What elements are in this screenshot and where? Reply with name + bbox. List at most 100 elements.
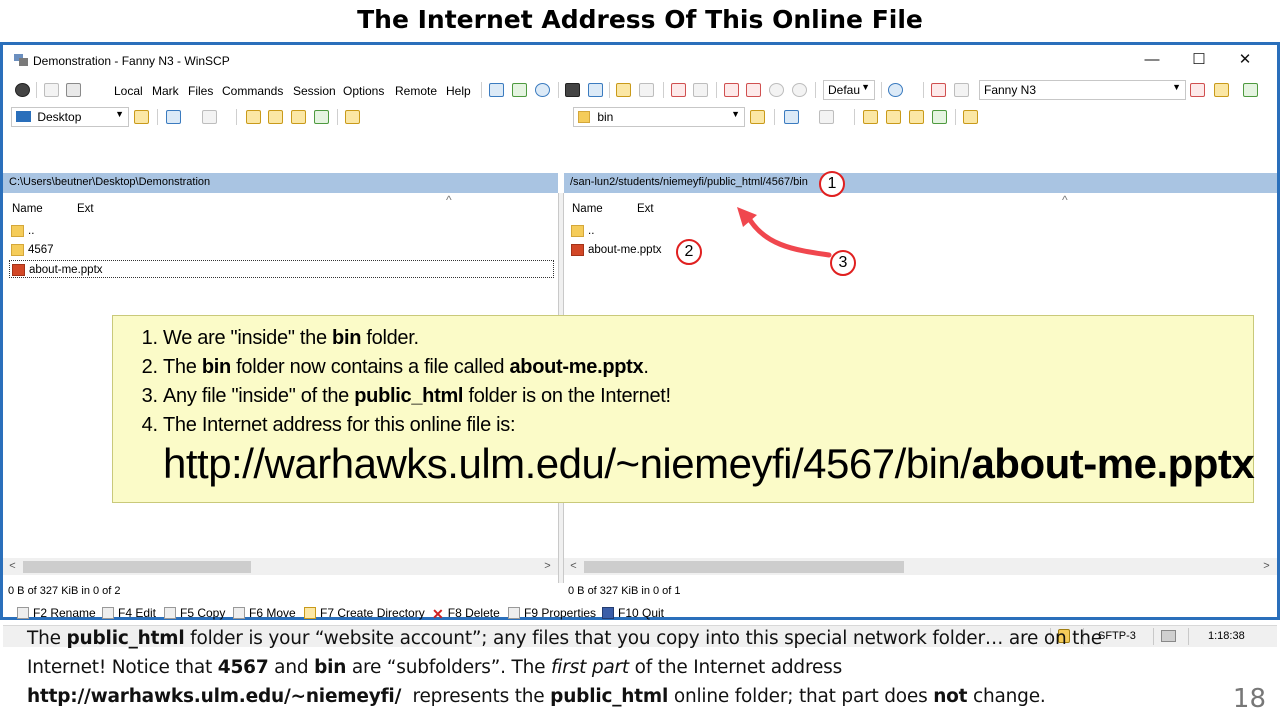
local-horizontal-scrollbar[interactable]: < > bbox=[3, 558, 558, 575]
unselect-files-icon[interactable] bbox=[693, 83, 708, 97]
refresh-remote-icon[interactable] bbox=[932, 110, 947, 124]
menu-remote[interactable]: Remote bbox=[395, 84, 437, 98]
new-tab-icon[interactable] bbox=[931, 83, 946, 97]
maximize-button[interactable]: ☐ bbox=[1176, 49, 1222, 71]
sort-icon[interactable] bbox=[746, 83, 761, 97]
toolbar-separator bbox=[854, 109, 855, 125]
local-column-ext[interactable]: Ext bbox=[77, 203, 94, 215]
queue-icon[interactable] bbox=[44, 83, 59, 97]
f7-create-directory-button[interactable]: F7 Create Directory bbox=[304, 606, 425, 620]
find-files-icon[interactable] bbox=[639, 83, 654, 97]
back-icon[interactable] bbox=[784, 110, 799, 124]
list-item[interactable]: .. bbox=[9, 222, 549, 240]
title-bar[interactable]: Demonstration - Fanny N3 - WinSCP — ☐ ✕ bbox=[3, 45, 1277, 75]
cancel-icon[interactable] bbox=[769, 83, 784, 97]
filter-icon[interactable] bbox=[724, 83, 739, 97]
open-folder-icon[interactable] bbox=[134, 110, 149, 124]
scroll-left-icon[interactable]: < bbox=[566, 558, 581, 575]
refresh-icon[interactable] bbox=[535, 83, 550, 97]
preferences-gear-icon[interactable] bbox=[15, 83, 30, 97]
session-icon[interactable] bbox=[954, 83, 969, 97]
menu-commands[interactable]: Commands bbox=[222, 84, 283, 98]
close-button[interactable]: ✕ bbox=[1222, 49, 1268, 71]
forward-icon[interactable] bbox=[819, 110, 834, 124]
scroll-right-icon[interactable]: > bbox=[540, 558, 555, 575]
menu-help[interactable]: Help bbox=[446, 84, 471, 98]
remote-path-bar[interactable]: /san-lun2/students/niemeyfi/public_html/… bbox=[564, 173, 1277, 193]
list-item[interactable]: .. bbox=[569, 222, 1169, 240]
layout-icon[interactable] bbox=[1243, 83, 1258, 97]
remote-location-combo[interactable]: bin ▼ bbox=[573, 107, 745, 127]
session-combo[interactable]: Fanny N3 ▼ bbox=[979, 80, 1186, 100]
toolbar-separator bbox=[558, 82, 559, 98]
list-item[interactable]: about-me.pptx bbox=[569, 241, 1169, 259]
f8-delete-button[interactable]: ✕ F8 Delete bbox=[432, 606, 500, 621]
f4-edit-button[interactable]: F4 Edit bbox=[102, 606, 156, 620]
menu-files[interactable]: Files bbox=[188, 84, 213, 98]
open-folder-icon[interactable] bbox=[750, 110, 765, 124]
copy-menu-icon[interactable] bbox=[66, 83, 81, 97]
move-icon bbox=[233, 607, 245, 619]
page-number: 18 bbox=[1232, 684, 1266, 714]
badge-1: 1 bbox=[819, 171, 845, 197]
minimize-button[interactable]: — bbox=[1129, 49, 1175, 71]
scroll-thumb[interactable] bbox=[584, 561, 904, 573]
scroll-right-icon[interactable]: > bbox=[1259, 558, 1274, 575]
scroll-thumb[interactable] bbox=[23, 561, 251, 573]
list-item[interactable]: 4567 bbox=[9, 241, 549, 259]
list-item[interactable]: about-me.pptx bbox=[9, 260, 554, 278]
f2-rename-button[interactable]: F2 Rename bbox=[17, 606, 96, 620]
home-directory-icon[interactable] bbox=[291, 110, 306, 124]
local-path-bar[interactable]: C:\Users\beutner\Desktop\Demonstration bbox=[3, 173, 558, 193]
transfer-settings-value: Defau bbox=[828, 83, 861, 97]
f9-properties-button[interactable]: F9 Properties bbox=[508, 606, 596, 620]
parent-directory-icon[interactable] bbox=[863, 110, 878, 124]
transfer-options-icon[interactable] bbox=[888, 83, 903, 97]
f5-copy-button[interactable]: F5 Copy bbox=[164, 606, 225, 620]
remote-column-ext[interactable]: Ext bbox=[637, 203, 654, 215]
close-session-icon[interactable] bbox=[1190, 83, 1205, 97]
back-icon[interactable] bbox=[166, 110, 181, 124]
synchronize-icon[interactable] bbox=[616, 83, 631, 97]
reload-icon[interactable] bbox=[792, 83, 807, 97]
remote-horizontal-scrollbar[interactable]: < > bbox=[564, 558, 1277, 575]
explanation-callout: We are "inside" the bin folder. The bin … bbox=[112, 315, 1255, 503]
toolbar-separator bbox=[716, 82, 717, 98]
f10-quit-button[interactable]: F10 Quit bbox=[602, 606, 664, 620]
local-location-combo[interactable]: Desktop ▼ bbox=[11, 107, 129, 127]
parent-directory-icon[interactable] bbox=[246, 110, 261, 124]
session-time: 1:18:38 bbox=[1208, 630, 1245, 642]
new-session-icon[interactable] bbox=[489, 83, 504, 97]
transfer-settings-combo[interactable]: Defau ▼ bbox=[823, 80, 875, 100]
menu-session[interactable]: Session bbox=[293, 84, 336, 98]
remote-column-name[interactable]: Name bbox=[572, 203, 603, 215]
sites-icon[interactable] bbox=[512, 83, 527, 97]
root-directory-icon[interactable] bbox=[886, 110, 901, 124]
console-icon[interactable] bbox=[565, 83, 580, 97]
scroll-left-icon[interactable]: < bbox=[5, 558, 20, 575]
root-directory-icon[interactable] bbox=[268, 110, 283, 124]
callout-item: The bin folder now contains a file calle… bbox=[163, 353, 671, 382]
powerpoint-file-icon bbox=[12, 264, 25, 276]
remote-location-value: bin bbox=[597, 110, 614, 124]
select-files-icon[interactable] bbox=[671, 83, 686, 97]
refresh-local-icon[interactable] bbox=[314, 110, 329, 124]
menu-options[interactable]: Options bbox=[343, 84, 384, 98]
putty-icon[interactable] bbox=[588, 83, 603, 97]
f6-move-button[interactable]: F6 Move bbox=[233, 606, 296, 620]
chevron-down-icon: ▼ bbox=[861, 82, 870, 92]
home-directory-icon[interactable] bbox=[909, 110, 924, 124]
workspace-icon[interactable] bbox=[1214, 83, 1229, 97]
forward-icon[interactable] bbox=[202, 110, 217, 124]
tree-icon[interactable] bbox=[345, 110, 360, 124]
menu-local[interactable]: Local bbox=[114, 84, 143, 98]
powerpoint-file-icon bbox=[571, 244, 584, 256]
menu-mark[interactable]: Mark bbox=[152, 84, 179, 98]
tree-icon[interactable] bbox=[963, 110, 978, 124]
local-column-name[interactable]: Name bbox=[12, 203, 43, 215]
location-toolbar: Desktop ▼ bin ▼ bbox=[3, 104, 1277, 130]
file-name: 4567 bbox=[28, 244, 54, 256]
quit-icon bbox=[602, 607, 614, 619]
folder-icon bbox=[578, 111, 590, 123]
rename-icon bbox=[17, 607, 29, 619]
